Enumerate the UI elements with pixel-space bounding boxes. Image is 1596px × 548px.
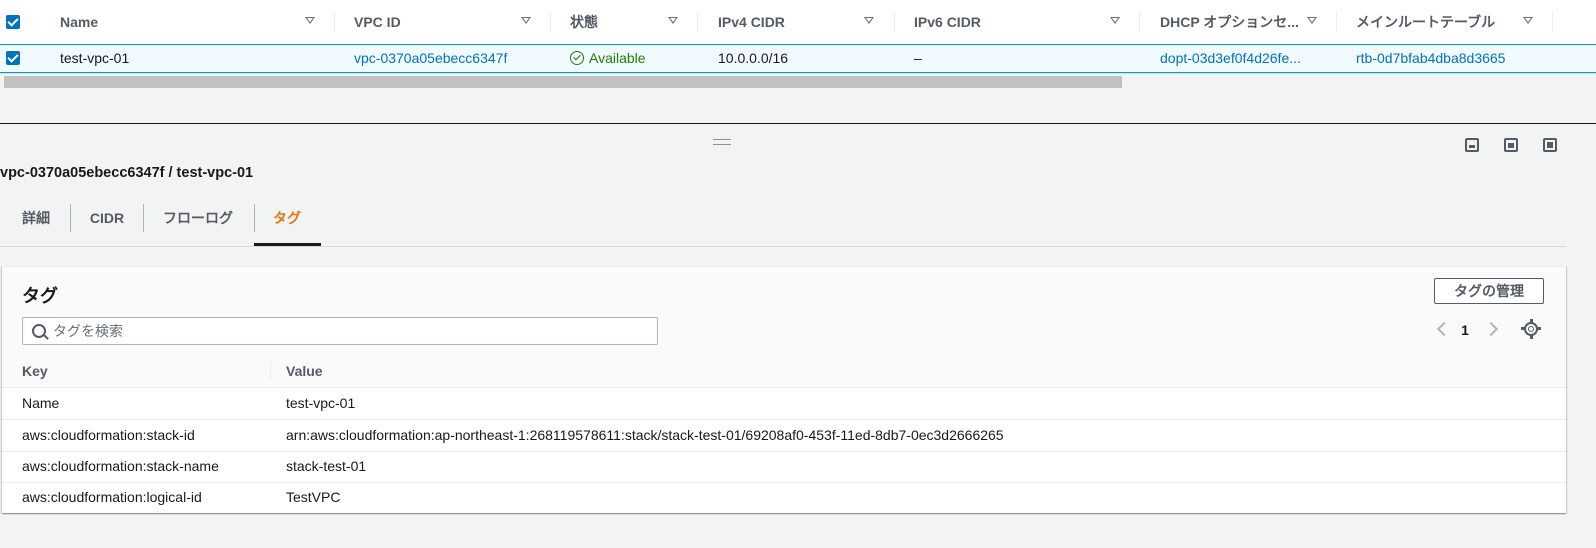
tab-divider: [70, 204, 71, 232]
column-divider[interactable]: [697, 12, 698, 32]
table-row: aws:cloudformation:logical-id TestVPC: [2, 482, 1566, 513]
manage-tags-button[interactable]: タグの管理: [1434, 278, 1544, 304]
tag-key: aws:cloudformation:stack-id: [22, 427, 195, 443]
column-divider[interactable]: [1139, 12, 1140, 32]
sort-icon[interactable]: [521, 17, 531, 24]
sort-icon[interactable]: [668, 17, 678, 24]
column-divider[interactable]: [550, 12, 551, 32]
tabs-divider: [0, 246, 1566, 247]
gear-tooth: [1537, 327, 1541, 330]
split-panel-title: vpc-0370a05ebecc6347f / test-vpc-01: [0, 165, 254, 181]
dhcp-options-link[interactable]: dopt-03d3ef0f4d26fe...: [1160, 45, 1332, 72]
check-circle-icon: [570, 51, 584, 65]
column-divider[interactable]: [1336, 12, 1337, 32]
chevron-left-icon[interactable]: [1436, 321, 1452, 337]
table-row: aws:cloudformation:stack-id arn:aws:clou…: [2, 420, 1566, 452]
split-panel-divider: [0, 123, 1596, 124]
sort-icon[interactable]: [1110, 17, 1120, 24]
tag-value: arn:aws:cloudformation:ap-northeast-1:26…: [286, 427, 1004, 443]
column-header-value: Value: [286, 363, 323, 379]
sort-icon[interactable]: [1523, 17, 1533, 24]
tag-key: aws:cloudformation:logical-id: [22, 489, 202, 505]
chevron-right-icon[interactable]: [1483, 321, 1499, 337]
panel-position-side-icon[interactable]: [1504, 138, 1518, 152]
tag-search-field[interactable]: [22, 317, 658, 345]
select-all-checkbox[interactable]: [6, 15, 20, 29]
column-header-vpc-id[interactable]: VPC ID: [354, 0, 504, 44]
vpc-id-link[interactable]: vpc-0370a05ebecc6347f: [354, 45, 544, 72]
tab-divider: [254, 204, 255, 232]
column-divider[interactable]: [334, 12, 335, 32]
scrollbar-thumb[interactable]: [4, 76, 1122, 88]
column-header-state[interactable]: 状態: [570, 0, 660, 44]
sort-icon[interactable]: [864, 17, 874, 24]
tag-key: aws:cloudformation:stack-name: [22, 458, 219, 474]
sort-icon[interactable]: [305, 17, 315, 24]
tag-value: stack-test-01: [286, 458, 367, 474]
status-badge: Available: [570, 45, 690, 72]
tags-container: タグ タグの管理 1 Key Value Name test-vpc-01 aw…: [2, 266, 1566, 513]
route-table-link[interactable]: rtb-0d7bfab4dba8d3665: [1356, 45, 1556, 72]
search-input[interactable]: [53, 318, 648, 344]
tags-heading: タグ: [22, 286, 58, 306]
sort-icon[interactable]: [1307, 17, 1317, 24]
column-header-dhcp-options[interactable]: DHCP オプションセ...: [1160, 0, 1302, 44]
current-page[interactable]: 1: [1457, 322, 1473, 338]
vpc-name: test-vpc-01: [60, 50, 130, 66]
tab-tags[interactable]: タグ: [258, 200, 316, 246]
drag-handle-icon[interactable]: [713, 139, 731, 145]
column-divider[interactable]: [1552, 12, 1553, 32]
gear-icon[interactable]: [1521, 319, 1541, 339]
tag-value: test-vpc-01: [286, 395, 356, 411]
panel-maximize-icon[interactable]: [1543, 138, 1557, 152]
gear-tooth: [1529, 335, 1533, 339]
column-header-key: Key: [22, 363, 48, 379]
panel-position-bottom-icon[interactable]: [1465, 138, 1479, 152]
tag-key: Name: [22, 395, 60, 411]
tab-divider: [143, 204, 144, 232]
tags-container-header: タグ タグの管理 1: [2, 267, 1566, 356]
search-icon: [32, 324, 46, 338]
tags-table-header: Key Value: [2, 355, 1566, 388]
ipv6-cidr: –: [914, 50, 922, 66]
column-header-name[interactable]: Name: [60, 0, 290, 44]
tab-flow-logs[interactable]: フローログ: [152, 200, 244, 246]
gear-tooth: [1529, 319, 1533, 323]
vpc-table-header: Name VPC ID 状態 IPv4 CIDR IPv6 CIDR DHCP …: [0, 0, 1596, 45]
column-header-main-route-table[interactable]: メインルートテーブル: [1356, 0, 1516, 44]
tab-details[interactable]: 詳細: [14, 200, 58, 246]
tag-value: TestVPC: [286, 489, 341, 505]
column-header-ipv6-cidr[interactable]: IPv6 CIDR: [914, 0, 1104, 44]
column-divider[interactable]: [894, 12, 895, 32]
ipv4-cidr: 10.0.0.0/16: [718, 50, 789, 66]
table-row: Name test-vpc-01: [2, 388, 1566, 420]
column-header-ipv4-cidr[interactable]: IPv4 CIDR: [718, 0, 858, 44]
row-checkbox[interactable]: [6, 51, 20, 65]
table-row: aws:cloudformation:stack-name stack-test…: [2, 451, 1566, 483]
gear-tooth: [1521, 327, 1525, 330]
table-row[interactable]: test-vpc-01 vpc-0370a05ebecc6347f Availa…: [0, 44, 1596, 73]
tab-cidr[interactable]: CIDR: [80, 200, 134, 246]
vpc-table: Name VPC ID 状態 IPv4 CIDR IPv6 CIDR DHCP …: [0, 0, 1596, 74]
column-divider: [270, 363, 271, 380]
status-text: Available: [589, 50, 646, 66]
